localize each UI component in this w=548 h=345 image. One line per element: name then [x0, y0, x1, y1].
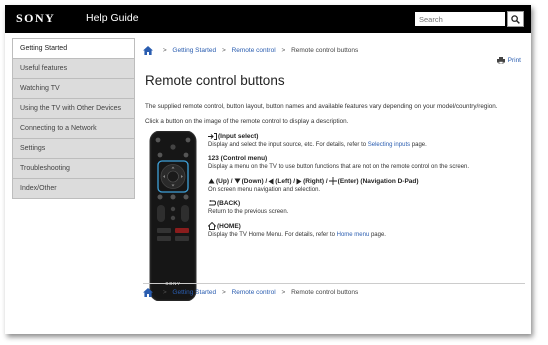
sidebar-nav: Getting Started Useful features Watching… — [12, 38, 135, 199]
up-name: (Up) / — [216, 177, 233, 185]
header-bar: SONY Help Guide — [5, 5, 531, 33]
sidebar-item-settings[interactable]: Settings — [12, 139, 135, 159]
search-button[interactable] — [507, 11, 524, 27]
breadcrumb-remote-control[interactable]: Remote control — [232, 289, 276, 296]
app-button-2 — [175, 228, 189, 233]
home-menu-link[interactable]: Home menu — [337, 232, 370, 238]
settings-button — [183, 152, 189, 158]
list-item-control-menu: 123 (Control menu) Display a menu on the… — [208, 155, 518, 170]
control-menu-button — [157, 152, 163, 158]
down-arrow-icon — [234, 178, 241, 184]
sony-logo[interactable]: SONY — [16, 11, 55, 26]
breadcrumb-getting-started[interactable]: Getting Started — [172, 47, 216, 54]
instruction-text: Click a button on the image of the remot… — [145, 118, 349, 125]
home-desc-after: page. — [369, 232, 386, 238]
home-name: (HOME) — [217, 222, 241, 230]
remote-control-image[interactable]: SONY — [149, 131, 197, 301]
list-item-navigation-dpad: (Up) / (Down) / (Left) / (Right) / (Ente… — [208, 177, 518, 193]
home-icon[interactable] — [143, 288, 153, 297]
tv-button — [183, 194, 189, 200]
right-name: (Right) / — [303, 177, 328, 185]
breadcrumb-separator: > — [162, 47, 167, 55]
navigation-desc: On screen menu navigation and selection. — [208, 187, 321, 193]
home-button — [170, 194, 176, 200]
app-button-4 — [175, 236, 189, 241]
sidebar-item-index-other[interactable]: Index/Other — [12, 179, 135, 199]
list-item-home: (HOME) Display the TV Home Menu. For det… — [208, 222, 518, 238]
sidebar-item-getting-started[interactable]: Getting Started — [12, 38, 135, 59]
breadcrumb-separator: > — [162, 289, 167, 297]
input-select-icon — [208, 133, 217, 140]
breadcrumb-separator: > — [221, 289, 226, 297]
input-select-name: (Input select) — [218, 133, 259, 140]
sidebar-item-useful-features[interactable]: Useful features — [12, 59, 135, 79]
breadcrumb-current: Remote control buttons — [291, 289, 359, 297]
search-input[interactable] — [415, 12, 505, 26]
up-arrow-icon — [208, 178, 215, 184]
back-icon — [209, 200, 216, 206]
right-arrow-icon — [296, 178, 302, 184]
button-descriptions: (Input select) Display and select the in… — [208, 133, 518, 245]
list-item-input-select: (Input select) Display and select the in… — [208, 133, 518, 148]
enter-button — [167, 170, 179, 183]
sidebar-item-other-devices[interactable]: Using the TV with Other Devices — [12, 99, 135, 119]
breadcrumb: > Getting Started > Remote control > Rem… — [143, 46, 358, 55]
channel-rocker — [181, 205, 189, 222]
intro-text: The supplied remote control, button layo… — [145, 103, 498, 110]
input-select-desc-after: page. — [410, 142, 427, 148]
home-icon[interactable] — [143, 46, 153, 55]
breadcrumb-separator: > — [281, 47, 286, 55]
enter-icon — [328, 177, 337, 185]
input-select-desc: Display and select the input source, etc… — [208, 142, 368, 148]
app-button-1 — [157, 228, 171, 233]
breadcrumb-separator: > — [281, 289, 286, 297]
help-guide-window: SONY Help Guide Getting Started Useful f… — [5, 5, 531, 334]
control-menu-name: 123 (Control menu) — [208, 155, 268, 162]
left-arrow-icon — [268, 178, 274, 184]
printer-icon — [496, 57, 505, 64]
breadcrumb-remote-control[interactable]: Remote control — [232, 47, 276, 54]
page-title: Remote control buttons — [145, 73, 285, 88]
breadcrumb-current: Remote control buttons — [291, 47, 359, 55]
volume-rocker — [157, 205, 165, 222]
selecting-inputs-link[interactable]: Selecting inputs — [368, 142, 410, 148]
breadcrumb-getting-started[interactable]: Getting Started — [172, 289, 216, 296]
back-desc: Return to the previous screen. — [208, 209, 289, 215]
power-button — [155, 137, 161, 143]
app-button-3 — [157, 236, 171, 241]
mute-button — [170, 206, 176, 212]
sidebar-item-network[interactable]: Connecting to a Network — [12, 119, 135, 139]
home-desc: Display the TV Home Menu. For details, r… — [208, 232, 337, 238]
search-icon — [511, 14, 520, 24]
down-name: (Down) / — [241, 177, 268, 185]
print-link[interactable]: Print — [496, 57, 521, 64]
footer-divider — [143, 283, 525, 284]
print-label: Print — [507, 57, 521, 64]
mic-button — [170, 144, 176, 150]
enter-name: (Enter) (Navigation D-Pad) — [337, 177, 419, 185]
home-outline-icon — [208, 222, 216, 230]
left-name: (Left) / — [275, 177, 296, 185]
sidebar-item-watching-tv[interactable]: Watching TV — [12, 79, 135, 99]
guide-button — [170, 215, 176, 221]
back-name: (BACK) — [217, 200, 241, 207]
sidebar-item-troubleshooting[interactable]: Troubleshooting — [12, 159, 135, 179]
control-menu-desc: Display a menu on the TV to use button f… — [208, 164, 470, 170]
input-select-button — [185, 137, 191, 143]
breadcrumb-separator: > — [221, 47, 226, 55]
help-guide-title[interactable]: Help Guide — [86, 12, 139, 24]
list-item-back: (BACK) Return to the previous screen. — [208, 200, 518, 215]
back-button — [157, 194, 163, 200]
breadcrumb-bottom: > Getting Started > Remote control > Rem… — [143, 288, 358, 297]
